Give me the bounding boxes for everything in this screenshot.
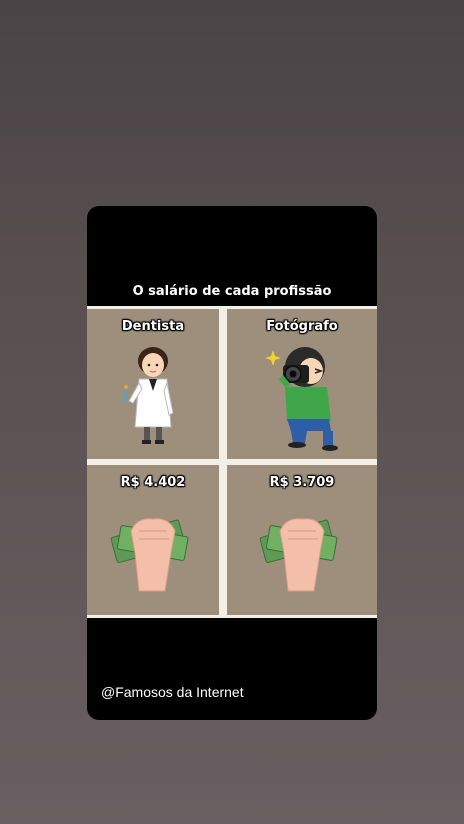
salary-value: R$ 3.709: [269, 475, 335, 490]
photographer-illustration-icon: [265, 347, 338, 451]
salary-value: R$ 4.402: [120, 475, 186, 490]
post-title: O salário de cada profissão: [132, 284, 332, 299]
cell-label: Dentista: [121, 319, 185, 334]
cell-salary-dentist: R$ 4.402: [87, 465, 219, 615]
money-in-fist-illustration-icon: [259, 518, 338, 592]
cell-label: Fotógrafo: [266, 319, 338, 334]
comparison-grid: Dentista Fotógrafo R$ 4.402 R$ 3.709: [87, 306, 377, 618]
cell-photographer: Fotógrafo: [227, 309, 377, 459]
story-card: O salário de cada profissão Dentista Fot…: [87, 206, 377, 720]
cell-dentist: Dentista: [87, 309, 219, 459]
dentist-illustration-icon: [121, 347, 174, 444]
money-in-fist-illustration-icon: [110, 518, 189, 592]
author-handle[interactable]: @Famosos da Internet: [101, 684, 244, 700]
cell-salary-photographer: R$ 3.709: [227, 465, 377, 615]
